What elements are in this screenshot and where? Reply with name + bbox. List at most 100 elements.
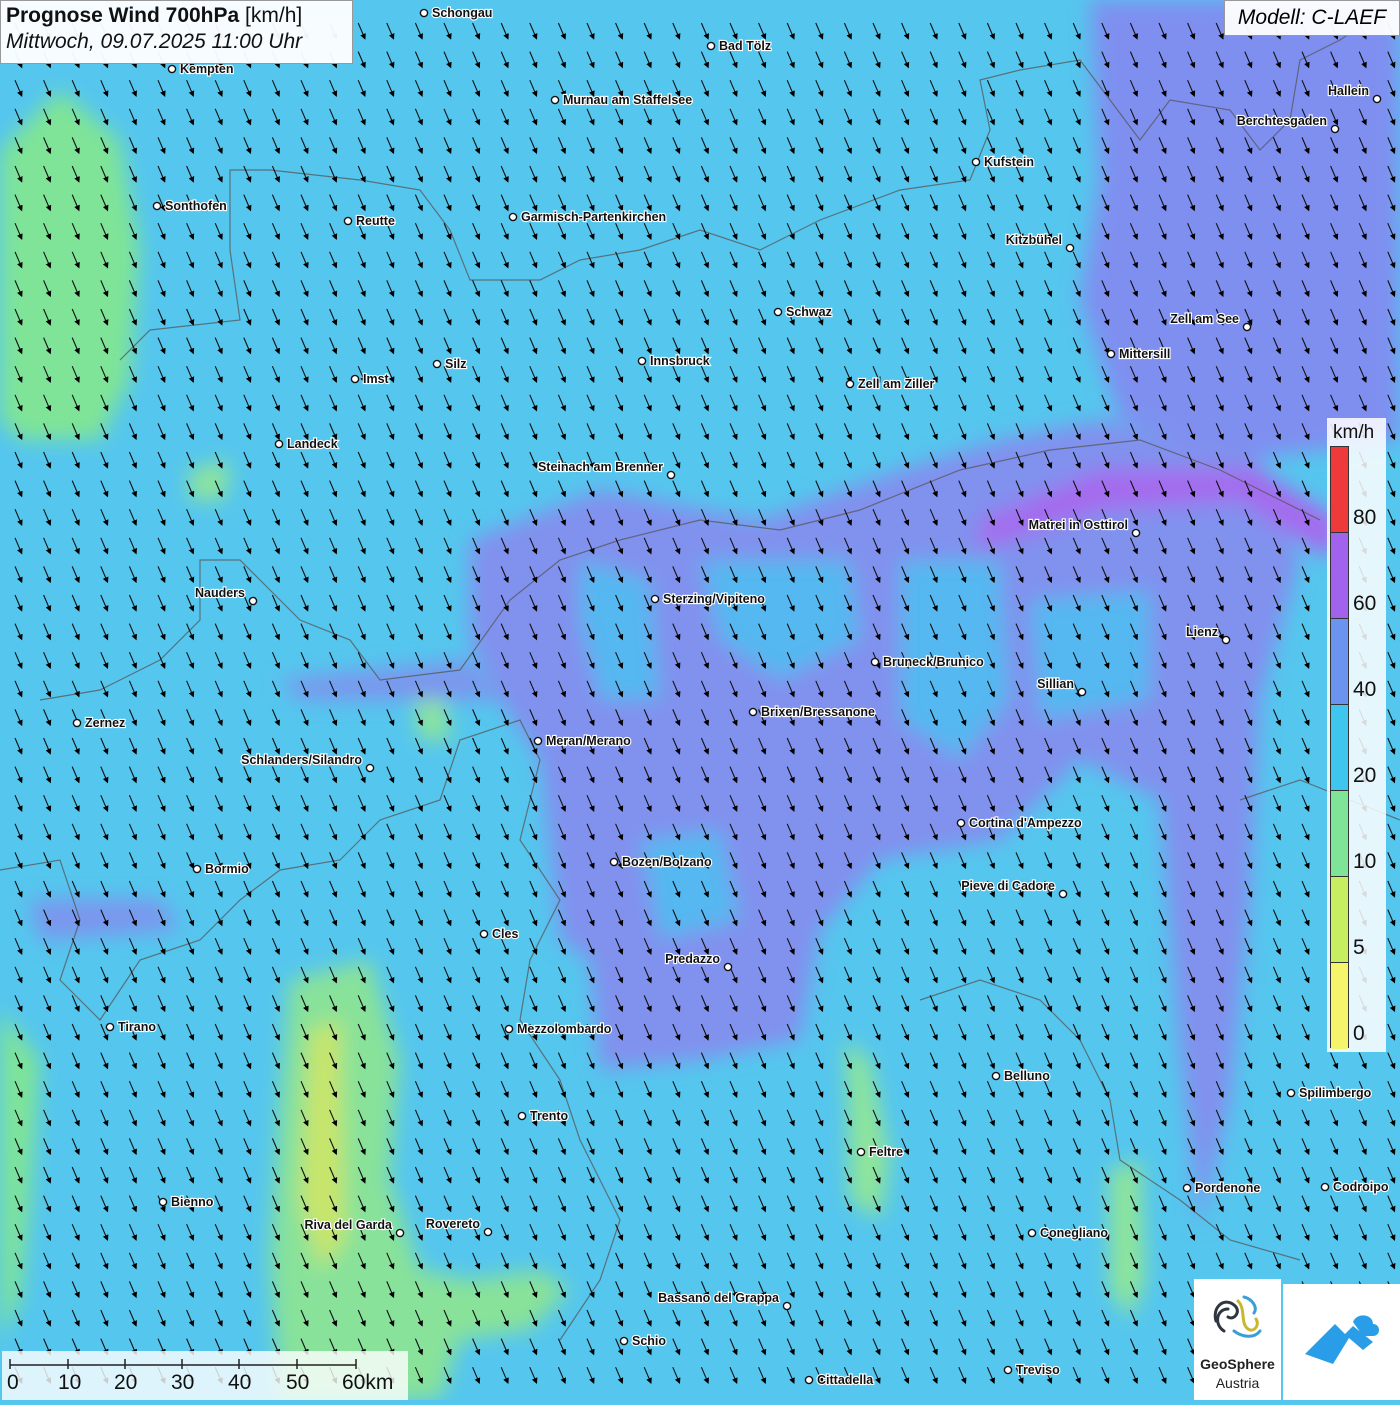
city-marker-icon (72, 718, 82, 728)
map-title-main: Prognose Wind 700hPa (6, 4, 240, 27)
scale-label: 50 (286, 1371, 310, 1394)
city-marker-icon (248, 596, 258, 606)
city-marker-icon (508, 212, 518, 222)
city-label: Bruneck/Brunico (883, 655, 984, 669)
scale-label: 60km (342, 1371, 394, 1394)
legend-color-segment (1331, 447, 1348, 533)
city-label: Schongau (432, 6, 492, 20)
city-label: Codroipo (1333, 1180, 1389, 1194)
city-marker-icon (991, 1071, 1001, 1081)
color-legend: km/h 80 60 40 20 10 5 0 (1327, 418, 1386, 1052)
city-marker-icon (1077, 687, 1087, 697)
city-label: Feltre (869, 1145, 903, 1159)
city-marker-icon (504, 1024, 514, 1034)
city-marker-icon (152, 201, 162, 211)
city-label: Nauders (195, 586, 245, 600)
city-marker-icon (365, 763, 375, 773)
city-label: Silz (445, 357, 467, 371)
city-marker-icon (637, 356, 647, 366)
city-marker-icon (748, 707, 758, 717)
city-label: Reutte (356, 214, 395, 228)
logo-name: GeoSphere (1200, 1356, 1275, 1372)
city-label: Lienz (1186, 625, 1218, 639)
city-label: Mittersill (1119, 347, 1170, 361)
mountain-cloud-logo[interactable] (1283, 1284, 1400, 1400)
city-marker-icon (192, 864, 202, 874)
legend-label: 20 (1353, 764, 1377, 787)
city-marker-icon (1003, 1365, 1013, 1375)
legend-color-segment (1331, 533, 1348, 619)
city-label: Cittadella (817, 1373, 874, 1387)
city-label: Schwaz (786, 305, 832, 319)
city-label: Murnau am Staffelsee (563, 93, 692, 107)
city-label: Rovereto (426, 1217, 481, 1231)
city-marker-icon (167, 64, 177, 74)
city-label: Sillian (1037, 677, 1074, 691)
city-label: Mezzolombardo (517, 1022, 612, 1036)
legend-color-segment (1331, 619, 1348, 705)
legend-color-segment (1331, 963, 1348, 1049)
legend-label: 0 (1353, 1022, 1365, 1045)
city-marker-icon (1182, 1183, 1192, 1193)
city-label: Meran/Merano (546, 734, 631, 748)
city-marker-icon (666, 470, 676, 480)
city-marker-icon (870, 657, 880, 667)
legend-color-segment (1331, 705, 1348, 791)
city-label: Landeck (287, 437, 338, 451)
city-label: Garmisch-Partenkirchen (521, 210, 666, 224)
city-label: Pieve di Cadore (961, 879, 1055, 893)
city-marker-icon (350, 374, 360, 384)
city-label: Steinach am Brenner (538, 460, 663, 474)
city-marker-icon (723, 962, 733, 972)
legend-color-segment (1331, 791, 1348, 877)
city-marker-icon (971, 157, 981, 167)
city-marker-icon (395, 1228, 405, 1238)
city-marker-icon (1372, 94, 1382, 104)
scale-label: 10 (58, 1371, 82, 1394)
city-marker-icon (1330, 124, 1340, 134)
city-label: Sonthofen (165, 199, 227, 213)
model-label: Modell: C-LAEF (1224, 0, 1400, 36)
geosphere-logo[interactable]: GeoSphere Austria (1194, 1279, 1281, 1400)
city-label: Kufstein (984, 155, 1034, 169)
scale-bar: 0 10 20 30 40 50 60km (2, 1351, 408, 1400)
city-marker-icon (845, 379, 855, 389)
city-marker-icon (343, 216, 353, 226)
city-label: Treviso (1016, 1363, 1060, 1377)
map-title-unit: [km/h] (245, 4, 303, 27)
legend-bar (1330, 446, 1349, 1049)
city-marker-icon (773, 307, 783, 317)
legend-label: 60 (1353, 592, 1377, 615)
city-marker-icon (274, 439, 284, 449)
city-marker-icon (706, 41, 716, 51)
city-label: Hallein (1328, 84, 1369, 98)
city-marker-icon (1131, 528, 1141, 538)
city-marker-icon (1027, 1228, 1037, 1238)
city-marker-icon (650, 594, 660, 604)
city-marker-icon (517, 1111, 527, 1121)
city-label: Pordenone (1195, 1181, 1260, 1195)
city-label: Spilimbergo (1299, 1086, 1372, 1100)
city-label: Berchtesgaden (1237, 114, 1327, 128)
legend-unit: km/h (1333, 422, 1375, 443)
legend-label: 10 (1353, 850, 1377, 873)
city-label: Matrei in Osttirol (1029, 518, 1128, 532)
city-label: Zernez (85, 716, 125, 730)
city-label: Sterzing/Vipiteno (663, 592, 765, 606)
city-label: Schlanders/Silandro (241, 753, 362, 767)
city-label: Bassano del Grappa (658, 1291, 780, 1305)
city-label: Kempten (180, 62, 233, 76)
city-marker-icon (483, 1227, 493, 1237)
city-marker-icon (432, 359, 442, 369)
city-marker-icon (609, 857, 619, 867)
legend-label: 5 (1353, 936, 1365, 959)
map-title: Prognose Wind 700hPa [km/h] (6, 4, 347, 28)
city-label: Brixen/Bressanone (761, 705, 875, 719)
city-marker-icon (533, 736, 543, 746)
map-datetime: Mittwoch, 09.07.2025 11:00 Uhr (6, 30, 303, 53)
geosphere-logo-icon (1213, 1295, 1262, 1338)
city-marker-icon (1221, 635, 1231, 645)
city-label: Kitzbühel (1006, 233, 1062, 247)
city-label: Riva del Garda (304, 1218, 393, 1232)
mountain-cloud-logo-icon (1305, 1315, 1379, 1364)
